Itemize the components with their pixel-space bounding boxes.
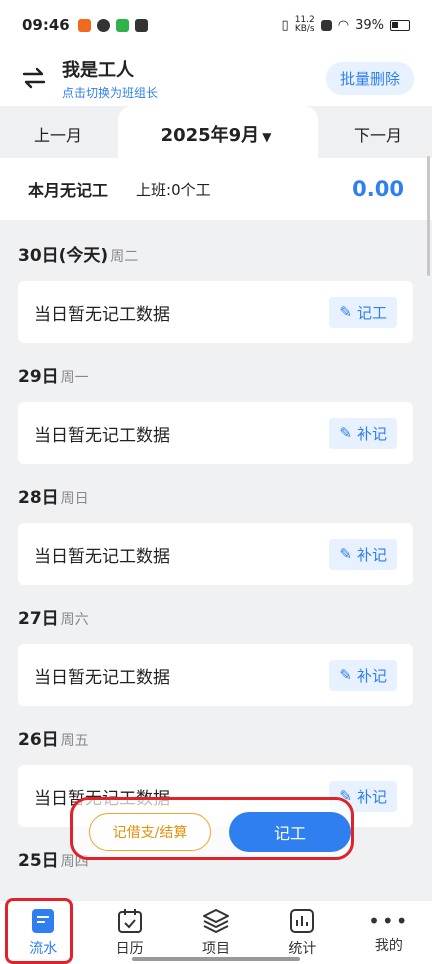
nav-item-mine[interactable]: ••• 我的: [346, 901, 432, 964]
home-indicator: [132, 957, 300, 961]
supplement-record-button[interactable]: ✎ 补记: [329, 659, 397, 691]
record-work-main-button[interactable]: 记工: [229, 812, 351, 852]
status-time: 09:46: [22, 16, 70, 34]
empty-day-text: 当日暂无记工数据: [34, 425, 170, 446]
day-header: 27日 周六: [18, 609, 89, 629]
nav-label: 项目: [202, 940, 231, 957]
empty-day-text: 当日暂无记工数据: [34, 304, 170, 325]
sim-icon: [320, 19, 332, 31]
month-summary: 本月无记工 上班:0个工 0.00: [0, 158, 432, 220]
loan-settlement-button[interactable]: 记借支/结算: [89, 813, 211, 851]
battery-percent: 39%: [355, 17, 384, 33]
current-month-label: 2025年9月: [160, 125, 260, 146]
app-notification-icon-2: [115, 18, 129, 32]
nav-item-statistics[interactable]: 统计: [259, 901, 345, 964]
day-card: 当日暂无记工数据 ✎补记: [18, 523, 413, 585]
day-card: 当日暂无记工数据 ✎ 记工: [18, 281, 413, 343]
wifi-icon: ◠: [337, 17, 350, 33]
edit-icon: ✎: [339, 303, 352, 321]
edit-icon: ✎: [339, 424, 352, 442]
record-work-button[interactable]: ✎ 记工: [329, 296, 397, 328]
calendar-icon: [117, 908, 142, 933]
status-bar: 09:46 ▯ 11.2 KB/s ◠ 39%: [0, 0, 432, 50]
more-icon: •••: [368, 908, 410, 933]
active-nav-highlight: [5, 898, 73, 964]
status-right: ▯ 11.2 KB/s ◠ 39%: [282, 16, 410, 34]
layers-icon: [203, 908, 230, 933]
day-card: 当日暂无记工数据 ✎补记: [18, 402, 413, 464]
empty-day-text: 当日暂无记工数据: [34, 546, 170, 567]
switch-role-link[interactable]: 点击切换为班组长: [62, 84, 158, 101]
chart-icon: [290, 908, 315, 933]
next-month-button[interactable]: 下一月: [354, 122, 402, 146]
wechat-icon: [96, 18, 110, 32]
day-header: 28日 周日: [18, 488, 89, 508]
day-header: 26日 周五: [18, 730, 89, 750]
supplement-record-button[interactable]: ✎ 补记: [329, 417, 397, 449]
scrollbar[interactable]: [427, 156, 430, 276]
nav-item-calendar[interactable]: 日历: [86, 901, 172, 964]
work-count: 上班:0个工: [136, 180, 211, 199]
edit-icon: ✎: [339, 545, 352, 563]
nav-item-projects[interactable]: 项目: [173, 901, 259, 964]
batch-delete-button[interactable]: 批量删除: [325, 61, 414, 95]
day-header: 30日(今天) 周二: [18, 246, 139, 266]
nav-label: 统计: [288, 940, 317, 957]
role-switch[interactable]: 我是工人 点击切换为班组长: [62, 56, 158, 101]
vibrate-icon: ▯: [281, 17, 289, 33]
supplement-record-button[interactable]: ✎ 补记: [329, 538, 397, 570]
battery-icon: [390, 19, 410, 31]
no-record-label: 本月无记工: [28, 181, 109, 200]
app-header: 我是工人 点击切换为班组长 批量删除: [0, 50, 432, 106]
swap-role-icon[interactable]: [18, 62, 50, 94]
day-header: 29日 周一: [18, 367, 89, 387]
notification-icons: [77, 18, 148, 32]
network-speed: 11.2 KB/s: [294, 15, 315, 34]
nav-label: 我的: [374, 937, 403, 954]
month-navigation: 上一月 2025年9月 ▼ 下一月: [0, 106, 432, 158]
day-card: 当日暂无记工数据 ✎补记: [18, 644, 413, 706]
amount-total: 0.00: [352, 177, 404, 201]
caret-down-icon: ▼: [262, 130, 272, 144]
app-notification-icon: [77, 18, 91, 32]
crown-icon: [134, 18, 148, 32]
nav-label: 日历: [115, 940, 144, 957]
edit-icon: ✎: [339, 666, 352, 684]
page-title: 我是工人: [62, 59, 134, 81]
empty-day-text: 当日暂无记工数据: [34, 667, 170, 688]
floating-action-bar: 记借支/结算 记工: [70, 797, 354, 860]
